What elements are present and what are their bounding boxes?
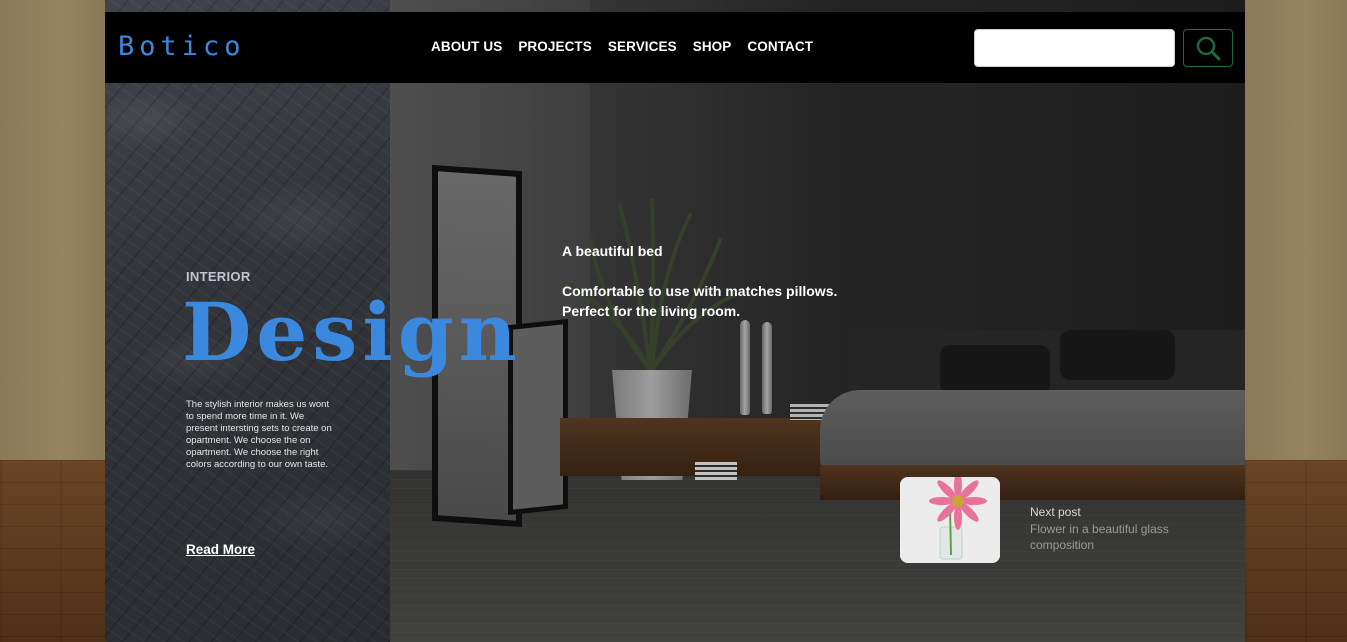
site-header: Botico ABOUT US PROJECTS SERVICES SHOP C… (105, 12, 1245, 83)
wooden-floor (1245, 460, 1347, 642)
main-nav: ABOUT US PROJECTS SERVICES SHOP CONTACT (431, 39, 829, 54)
search-button[interactable] (1183, 29, 1233, 67)
search-input[interactable] (974, 29, 1175, 67)
next-post-label: Next post (1030, 505, 1081, 519)
background-left (0, 0, 105, 642)
search-icon (1196, 36, 1221, 61)
caption-title: A beautiful bed (562, 243, 663, 259)
wall (0, 0, 105, 460)
next-post-thumbnail[interactable] (900, 477, 1000, 563)
nav-item-about-us[interactable]: ABOUT US (431, 39, 502, 54)
wooden-floor (0, 460, 105, 642)
read-more-link[interactable]: Read More (186, 542, 255, 557)
nav-item-services[interactable]: SERVICES (608, 39, 677, 54)
wall (1245, 0, 1347, 460)
hero-description: The stylish interior makes us wont to sp… (186, 399, 332, 470)
nav-item-projects[interactable]: PROJECTS (518, 39, 592, 54)
caption-text: Comfortable to use with matches pillows.… (562, 283, 838, 319)
background-right (1245, 0, 1347, 642)
pink-gerbera-flower-image (900, 477, 1000, 563)
nav-item-contact[interactable]: CONTACT (747, 39, 813, 54)
hero-title: Design (182, 285, 522, 379)
hero-eyebrow: INTERIOR (186, 269, 251, 284)
nav-item-shop[interactable]: SHOP (693, 39, 732, 54)
brand-logo[interactable]: Botico (118, 31, 246, 62)
next-post-title[interactable]: Flower in a beautiful glass composition (1030, 521, 1200, 553)
